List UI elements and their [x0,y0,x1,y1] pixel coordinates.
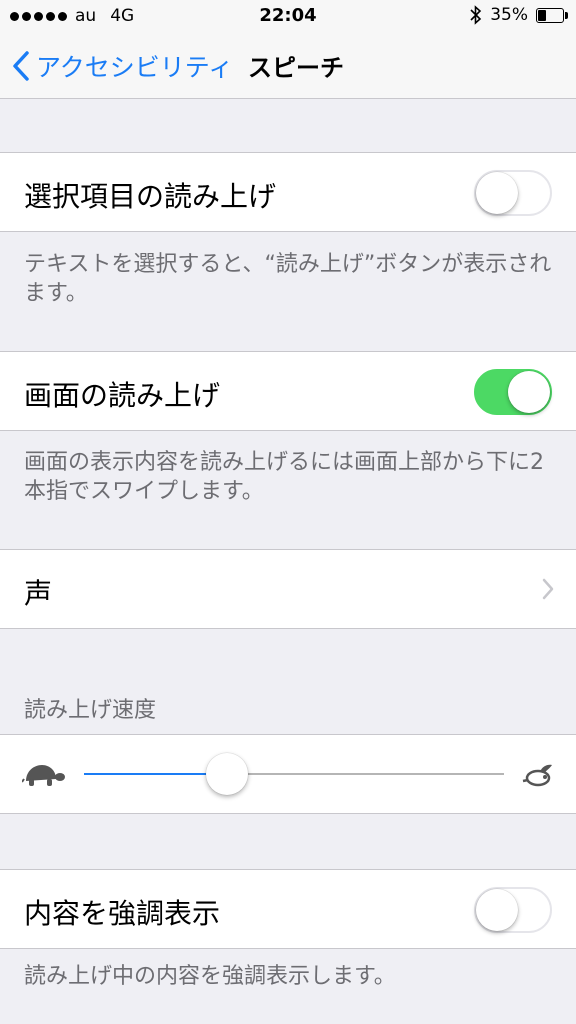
voice-row[interactable]: 声 [0,549,576,629]
highlight-content-footer: 読み上げ中の内容を強調表示します。 [24,964,396,989]
navigation-bar: アクセシビリティ スピーチ [0,32,576,99]
speak-screen-label: 画面の読み上げ [24,379,221,412]
speak-screen-toggle[interactable] [474,369,552,415]
highlight-content-row: 内容を強調表示 [0,869,576,949]
turtle-icon [22,765,65,786]
chevron-left-icon [13,51,29,81]
highlight-content-toggle[interactable] [474,887,552,933]
speaking-rate-header: 読み上げ速度 [24,698,157,723]
voice-label: 声 [24,577,53,610]
status-bar: au 4G 22:04 35% [0,0,576,32]
page-title: スピーチ [248,54,344,82]
speak-selection-row: 選択項目の読み上げ [0,152,576,232]
battery-percent: 35% [490,5,528,25]
rabbit-icon [522,764,552,787]
battery-icon [536,7,568,23]
speak-screen-row: 画面の読み上げ [0,351,576,431]
chevron-right-icon [542,578,554,600]
toggle-knob [508,371,550,413]
slider-track-remaining [226,773,504,775]
speak-selection-footer: テキストを選択すると、“読み上げ”ボタンが表示されます。 [24,252,552,306]
toggle-knob [476,172,518,214]
bluetooth-icon [470,5,482,25]
speaking-rate-row [0,734,576,814]
highlight-content-label: 内容を強調表示 [24,897,221,930]
speak-screen-footer: 画面の表示内容を読み上げるには画面上部から下に2本指でスワイプします。 [24,450,544,504]
speaking-rate-slider-thumb[interactable] [205,753,248,795]
toggle-knob [476,889,518,931]
speak-selection-toggle[interactable] [474,170,552,216]
back-button-label: アクセシビリティ [36,53,234,82]
status-right: 35% [470,5,568,25]
back-button[interactable]: アクセシビリティ [12,48,233,84]
speak-selection-label: 選択項目の読み上げ [24,180,277,213]
